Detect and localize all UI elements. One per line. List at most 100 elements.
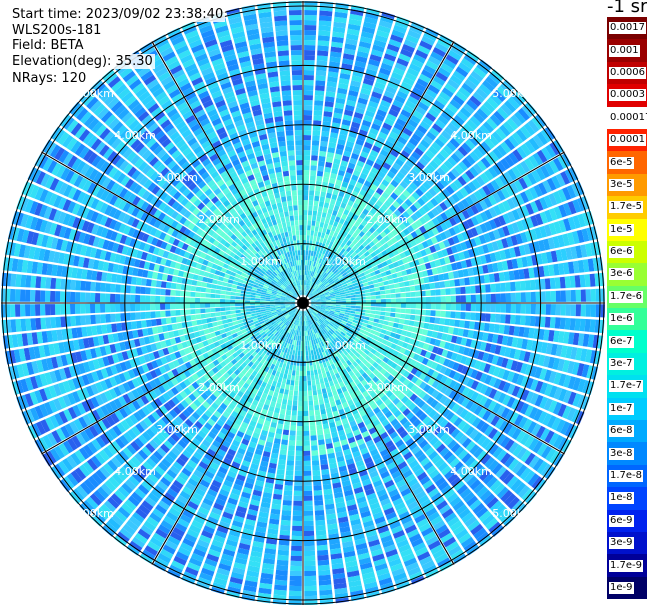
ray-gate xyxy=(435,303,441,310)
ray-gate xyxy=(290,560,302,566)
ray-gate xyxy=(440,303,446,310)
ray-gate xyxy=(373,318,380,323)
ray-gate xyxy=(430,303,436,310)
ray-gate xyxy=(405,297,412,303)
ray-gate xyxy=(314,90,325,96)
ray-gate xyxy=(350,303,356,306)
ray-gate xyxy=(315,185,321,192)
ray-gate xyxy=(304,520,314,526)
ray-gate xyxy=(283,495,293,501)
ray-gate xyxy=(365,306,371,310)
ray-gate xyxy=(454,279,461,287)
ray-gate xyxy=(314,226,319,232)
ray-gate xyxy=(386,274,393,280)
ray-gate xyxy=(303,410,309,417)
ray-gate xyxy=(304,75,314,81)
ray-gate xyxy=(296,360,300,366)
ray-gate xyxy=(317,50,329,57)
ray-gate xyxy=(367,320,374,326)
ray-gate xyxy=(505,303,511,313)
ray-gate xyxy=(575,289,581,302)
ray-gate xyxy=(306,245,309,251)
ray-gate xyxy=(445,303,451,311)
ray-gate xyxy=(454,319,461,327)
ray-gate xyxy=(540,304,546,315)
ray-gate xyxy=(360,293,366,297)
ray-gate xyxy=(303,105,313,111)
ray-gate xyxy=(313,110,323,116)
ray-gate xyxy=(307,255,311,261)
ray-gate xyxy=(303,445,311,451)
ray-gate xyxy=(414,285,421,291)
ray-gate xyxy=(322,372,327,379)
ray-gate xyxy=(299,335,302,341)
ray-gate xyxy=(307,225,311,231)
ray-gate xyxy=(303,89,314,96)
ray-gate xyxy=(303,475,312,481)
ray-gate xyxy=(425,296,432,303)
ray-gate xyxy=(278,392,284,399)
ray-gate xyxy=(490,293,496,303)
ray-gate xyxy=(380,299,386,303)
ray-gate xyxy=(459,278,465,286)
ray-gate xyxy=(318,201,324,208)
ray-gate xyxy=(400,308,406,314)
ray-gate xyxy=(410,303,417,309)
ray-gate xyxy=(309,360,313,366)
ray-gate xyxy=(312,125,321,131)
ray-gate xyxy=(288,394,293,401)
ray-gate xyxy=(310,435,317,441)
ray-gate xyxy=(299,375,303,381)
ray-gate xyxy=(550,290,556,302)
ray-gate xyxy=(307,380,312,386)
ray-gate xyxy=(303,140,311,146)
ray-gate xyxy=(350,297,356,301)
ray-gate xyxy=(319,403,325,410)
ray-gate xyxy=(304,580,317,586)
ray-gate xyxy=(363,285,370,290)
ray-gate xyxy=(315,379,320,385)
ray-gate xyxy=(313,369,318,376)
ray-gate xyxy=(316,539,328,546)
ray-gate xyxy=(405,308,411,314)
ray-gate xyxy=(455,303,461,311)
ray-gate xyxy=(570,289,576,302)
ray-gate xyxy=(292,515,303,521)
ray-gate xyxy=(470,312,476,321)
ray-gate xyxy=(460,303,466,311)
ray-gate xyxy=(304,575,317,581)
ray-gate xyxy=(570,304,576,317)
ray-gate xyxy=(403,281,410,287)
ray-gate xyxy=(378,281,385,287)
ray-gate xyxy=(303,255,306,260)
ray-gate xyxy=(306,240,310,246)
ray-gate xyxy=(335,304,341,307)
ray-gate xyxy=(455,295,461,303)
ray-gate xyxy=(304,275,306,281)
ray-gate xyxy=(365,292,371,297)
ray-gate xyxy=(579,318,586,332)
ray-gate xyxy=(475,294,481,303)
ray-gate xyxy=(368,317,375,322)
ray-gate xyxy=(318,579,332,586)
ray-gate xyxy=(449,279,456,287)
ray-gate xyxy=(304,270,307,276)
ray-gate xyxy=(465,294,471,303)
ray-gate xyxy=(384,316,390,321)
ray-gate xyxy=(500,314,506,324)
ray-gate xyxy=(313,364,317,371)
ray-gate xyxy=(449,319,456,327)
ray-gate xyxy=(400,298,406,303)
ray-gate xyxy=(304,55,315,61)
ray-gate xyxy=(311,445,318,451)
ray-gate xyxy=(335,299,341,302)
ray-gate xyxy=(450,295,456,303)
ray-gate xyxy=(281,514,291,521)
ray-gate xyxy=(306,360,310,366)
ray-gate xyxy=(304,545,315,551)
ray-gate xyxy=(415,303,422,309)
ray-gate xyxy=(565,304,571,316)
ray-gate xyxy=(293,495,303,501)
ray-gate xyxy=(303,400,308,406)
ray-gate xyxy=(394,288,401,293)
